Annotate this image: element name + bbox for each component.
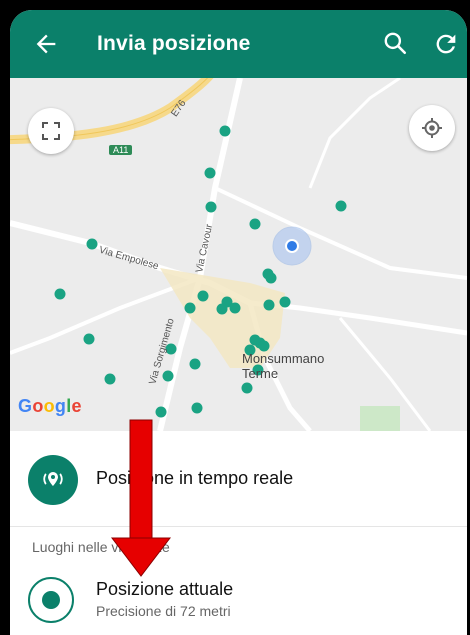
place-marker[interactable]: [229, 302, 241, 314]
google-logo-letter: g: [54, 396, 67, 416]
refresh-icon[interactable]: [432, 30, 460, 58]
crosshair-icon: [422, 118, 442, 138]
place-marker[interactable]: [335, 200, 347, 212]
google-logo-letter: G: [18, 396, 33, 416]
highway-shield-a11: A11: [109, 145, 133, 155]
place-marker[interactable]: [162, 370, 174, 382]
place-marker[interactable]: [54, 288, 66, 300]
live-location-label: Posizione in tempo reale: [96, 468, 294, 488]
search-icon[interactable]: [382, 30, 408, 56]
place-marker[interactable]: [184, 302, 196, 314]
place-marker[interactable]: [204, 167, 216, 179]
place-marker[interactable]: [249, 218, 261, 230]
live-location-icon: [43, 472, 63, 486]
place-marker[interactable]: [83, 333, 95, 345]
current-location-accuracy: Precisione di 72 metri: [96, 603, 231, 619]
share-live-location-row[interactable]: Posizione in tempo reale: [10, 431, 467, 526]
town-label: Monsummano Terme: [242, 351, 325, 381]
google-logo-letter: o: [32, 396, 44, 416]
place-marker[interactable]: [241, 382, 253, 394]
place-marker[interactable]: [189, 358, 201, 370]
google-logo: Google: [18, 396, 82, 417]
google-logo-letter: e: [71, 396, 82, 416]
page-title: Invia posizione: [97, 32, 251, 55]
send-current-location-row[interactable]: Posizione attuale Precisione di 72 metri: [10, 571, 467, 635]
nearby-places-heading: Luoghi nelle vicinanze: [32, 539, 170, 555]
phone-screen: Invia posizione A11 E76 Via Empolese Via…: [10, 10, 467, 635]
place-marker[interactable]: [219, 125, 231, 137]
fullscreen-button[interactable]: [28, 108, 74, 154]
place-marker[interactable]: [279, 296, 291, 308]
place-marker[interactable]: [216, 303, 228, 315]
current-location-dot: [285, 239, 299, 253]
place-marker[interactable]: [258, 340, 270, 352]
location-sheet: Posizione in tempo reale Luoghi nelle vi…: [10, 431, 467, 635]
back-arrow-icon[interactable]: [32, 30, 60, 58]
place-marker[interactable]: [197, 290, 209, 302]
divider: [10, 526, 467, 527]
my-location-button[interactable]: [409, 105, 455, 151]
place-marker[interactable]: [86, 238, 98, 250]
park-area: [360, 406, 400, 431]
live-location-icon-circle: [28, 455, 78, 505]
google-logo-letter: o: [43, 396, 55, 416]
app-bar: Invia posizione: [10, 10, 467, 78]
place-marker[interactable]: [155, 406, 167, 418]
google-logo-text: Google: [18, 396, 82, 416]
place-marker[interactable]: [104, 373, 116, 385]
current-location-title: Posizione attuale: [96, 579, 234, 599]
place-marker[interactable]: [205, 201, 217, 213]
fullscreen-icon: [42, 122, 60, 140]
place-marker[interactable]: [191, 402, 203, 414]
current-location-icon-dot: [42, 591, 60, 609]
current-location-icon: [28, 577, 74, 623]
place-marker[interactable]: [265, 272, 277, 284]
map-canvas: [10, 78, 467, 431]
road-north: [308, 78, 401, 189]
map-view[interactable]: A11 E76 Via Empolese Via Cavour Via Sorg…: [10, 78, 467, 431]
place-marker[interactable]: [263, 299, 275, 311]
road-west: [10, 276, 201, 355]
